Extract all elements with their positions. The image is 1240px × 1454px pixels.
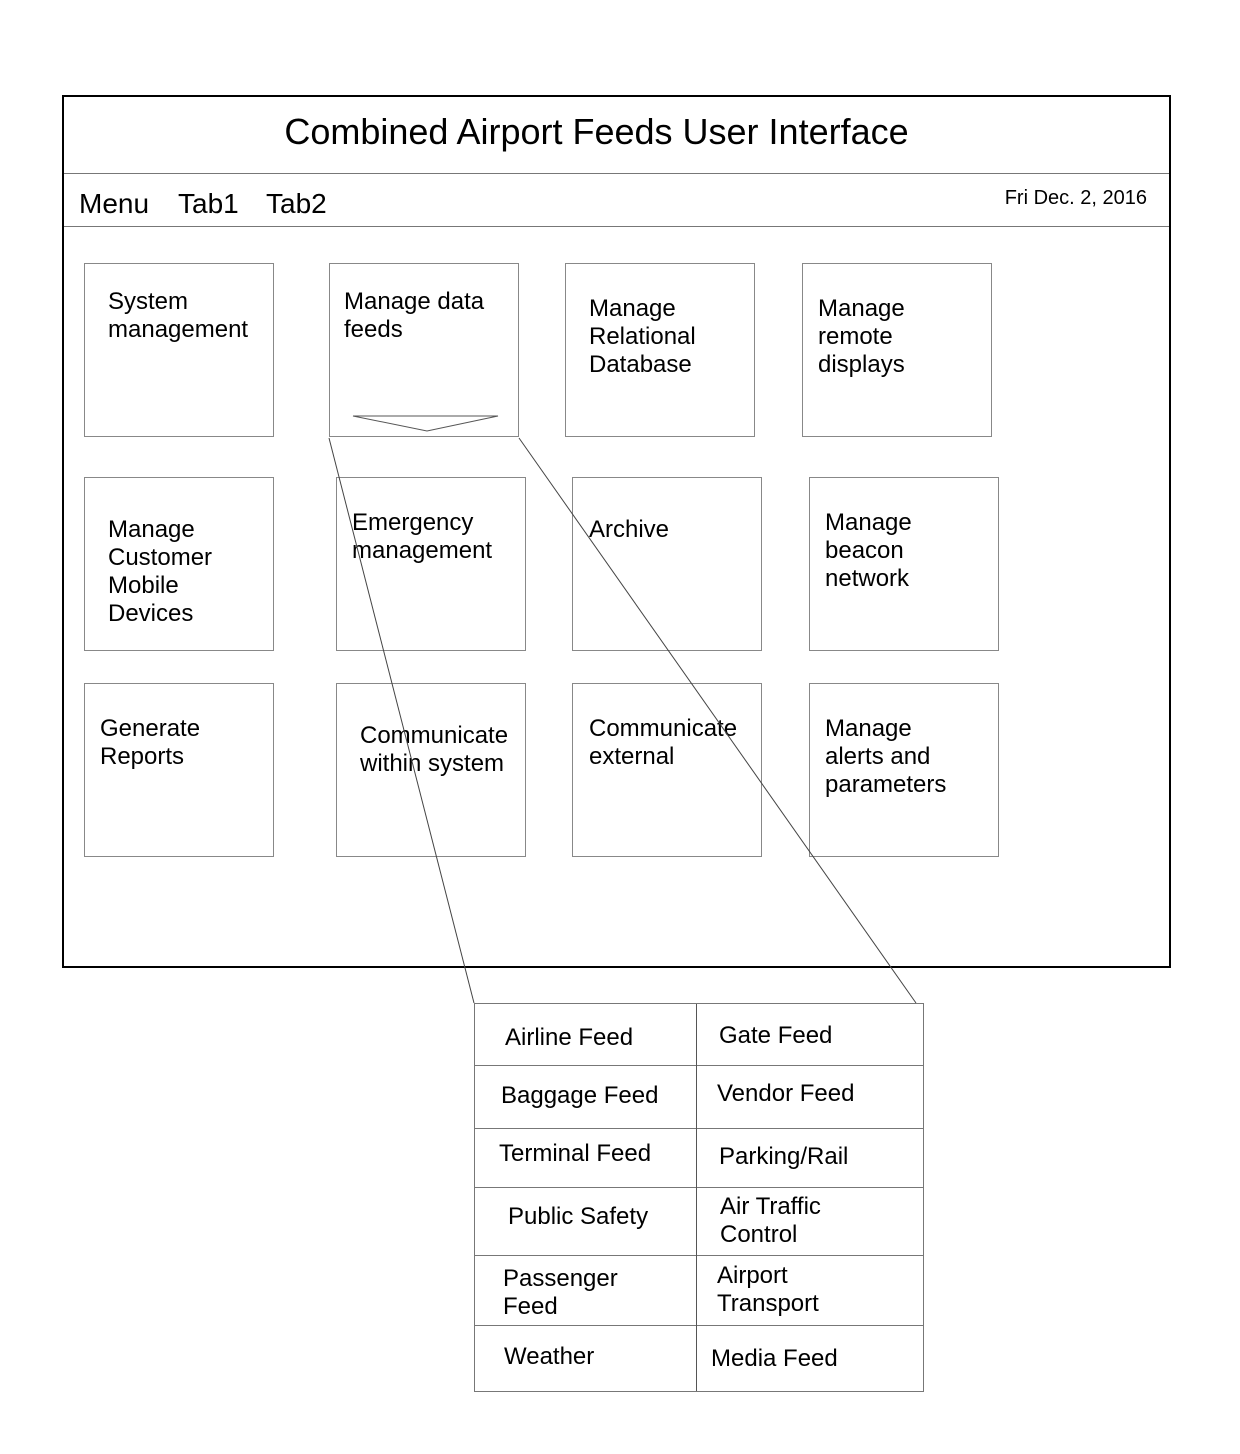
tile-emergency-management[interactable]: Emergency management: [336, 477, 526, 651]
tile-manage-customer-mobile-devices[interactable]: Manage Customer Mobile Devices: [84, 477, 274, 651]
tile-label: Manage remote displays: [818, 295, 905, 378]
feed-media[interactable]: Media Feed: [711, 1345, 838, 1373]
nav-menu[interactable]: Menu: [79, 188, 149, 220]
tile-archive[interactable]: Archive: [572, 477, 762, 651]
tile-label: Manage beacon network: [825, 509, 912, 592]
tile-label: Manage Customer Mobile Devices: [108, 516, 213, 627]
tile-communicate-external[interactable]: Communicate external: [572, 683, 762, 857]
tile-label: Communicate within system: [360, 722, 509, 777]
tile-label: Manage alerts and parameters: [825, 715, 947, 798]
tab-1[interactable]: Tab1: [178, 188, 239, 220]
feed-air-traffic-control[interactable]: Air Traffic Control: [720, 1193, 821, 1249]
tile-label: Emergency management: [352, 509, 493, 564]
tile-label: Manage data feeds: [344, 288, 485, 343]
feed-airline[interactable]: Airline Feed: [505, 1024, 633, 1052]
tile-manage-beacon-network[interactable]: Manage beacon network: [809, 477, 999, 651]
tile-manage-data-feeds[interactable]: Manage data feeds: [329, 263, 519, 437]
tile-manage-alerts-and-parameters[interactable]: Manage alerts and parameters: [809, 683, 999, 857]
feed-parking-rail[interactable]: Parking/Rail: [719, 1143, 848, 1171]
tile-communicate-within-system[interactable]: Communicate within system: [336, 683, 526, 857]
feed-public-safety[interactable]: Public Safety: [508, 1203, 648, 1231]
feed-terminal[interactable]: Terminal Feed: [499, 1140, 651, 1168]
feed-gate[interactable]: Gate Feed: [719, 1022, 832, 1050]
tile-generate-reports[interactable]: Generate Reports: [84, 683, 274, 857]
tile-label: Manage Relational Database: [589, 295, 696, 378]
tile-system-management[interactable]: System management: [84, 263, 274, 437]
feed-passenger[interactable]: Passenger Feed: [503, 1265, 618, 1321]
tile-label: System management: [108, 288, 249, 343]
current-date: Fri Dec. 2, 2016: [1004, 187, 1147, 209]
tile-label: Generate Reports: [100, 715, 201, 770]
tile-label: Communicate external: [589, 715, 738, 770]
title-bar: Combined Airport Feeds User Interface: [64, 97, 1169, 174]
feed-vendor[interactable]: Vendor Feed: [717, 1080, 854, 1108]
feed-airport-transport[interactable]: Airport Transport: [717, 1262, 819, 1318]
feed-weather[interactable]: Weather: [504, 1343, 594, 1371]
window-title: Combined Airport Feeds User Interface: [284, 111, 909, 152]
column-divider: [696, 1004, 697, 1391]
feed-baggage[interactable]: Baggage Feed: [501, 1082, 658, 1110]
tile-manage-remote-displays[interactable]: Manage remote displays: [802, 263, 992, 437]
nav-bar: Menu Tab1 Tab2 Fri Dec. 2, 2016: [64, 174, 1169, 227]
chevron-down-icon[interactable]: [352, 414, 500, 434]
tile-label: Archive: [589, 516, 670, 543]
tab-2[interactable]: Tab2: [266, 188, 327, 220]
data-feeds-popup: Airline Feed Gate Feed Baggage Feed Vend…: [474, 1003, 924, 1392]
tile-manage-relational-database[interactable]: Manage Relational Database: [565, 263, 755, 437]
